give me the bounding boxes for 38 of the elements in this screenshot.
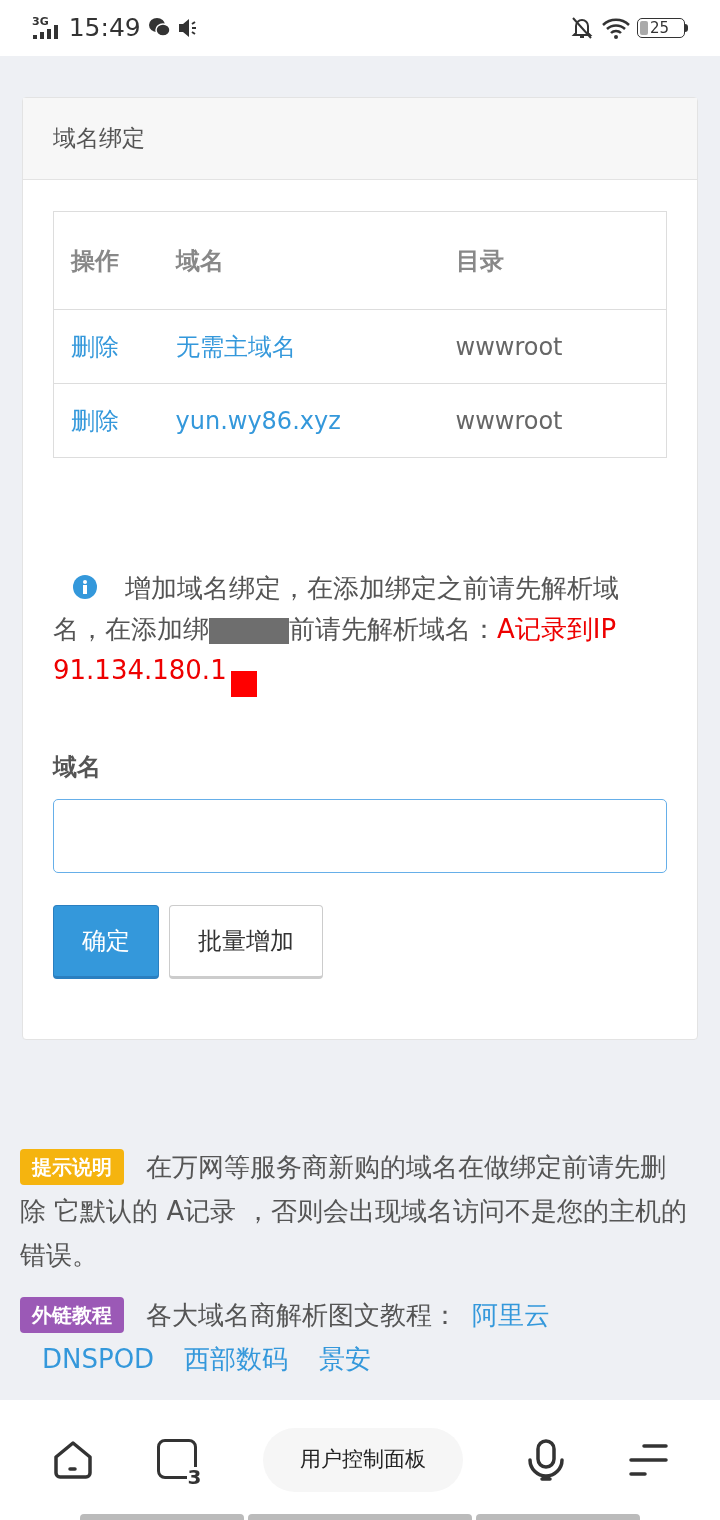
signal-icon [32, 24, 61, 39]
directory-cell: wwwroot [455, 332, 563, 361]
tutorial-link[interactable]: DNSPOD [42, 1344, 155, 1374]
domain-link[interactable]: yun.wy86.xyz [175, 406, 341, 435]
home-icon[interactable] [52, 1439, 94, 1481]
tutorial-link[interactable]: 西部数码 [184, 1344, 289, 1374]
microphone-icon[interactable] [525, 1438, 566, 1482]
batch-add-button[interactable]: 批量增加 [169, 905, 323, 979]
wifi-icon [601, 17, 631, 39]
field-label: 域名 [53, 752, 102, 783]
column-header: 目录 [455, 246, 504, 275]
confirm-button[interactable]: 确定 [53, 905, 159, 979]
delete-link[interactable]: 删除 [71, 332, 119, 361]
speaker-icon [176, 17, 199, 39]
delete-link[interactable]: 删除 [71, 406, 119, 435]
domain-link[interactable]: 无需主域名 [175, 332, 296, 361]
card-title: 域名绑定 [53, 124, 145, 154]
column-header: 操作 [71, 246, 119, 275]
tag-badge: 提示说明 [20, 1149, 124, 1185]
tip-text: 提示说明 在万网等服务商新购的域名在做绑定前请先删除 它默认的 A记录 ，否则会出现域名访问不是您的主机的错误。 [20, 1152, 687, 1270]
domain-input[interactable] [53, 799, 667, 873]
info-icon [73, 575, 97, 599]
clock-time: 15:49 [68, 12, 141, 45]
page-title-pill[interactable]: 用户控制面板 [263, 1428, 463, 1492]
network-type: 3G [32, 15, 49, 27]
bell-off-icon [571, 16, 593, 40]
battery-fill [640, 21, 648, 35]
notice-text: 增加域名绑定，在添加绑定之前请先解析域名，在添加绑 前请先解析域名：A记录到IP 91.134.180.1 [53, 568, 667, 697]
battery-level: 25 [650, 20, 670, 36]
tutorial-link[interactable]: 景安 [318, 1344, 371, 1374]
directory-cell: wwwroot [455, 406, 563, 435]
chat-icon [148, 17, 171, 39]
redaction-square [230, 671, 257, 697]
tutorial-link[interactable]: 阿里云 [472, 1300, 550, 1330]
column-header: 域名 [175, 246, 224, 275]
tip-text: 外链教程 各大域名商解析图文教程： [20, 1300, 458, 1330]
tag-badge: 外链教程 [20, 1297, 124, 1333]
menu-icon[interactable] [628, 1443, 668, 1477]
